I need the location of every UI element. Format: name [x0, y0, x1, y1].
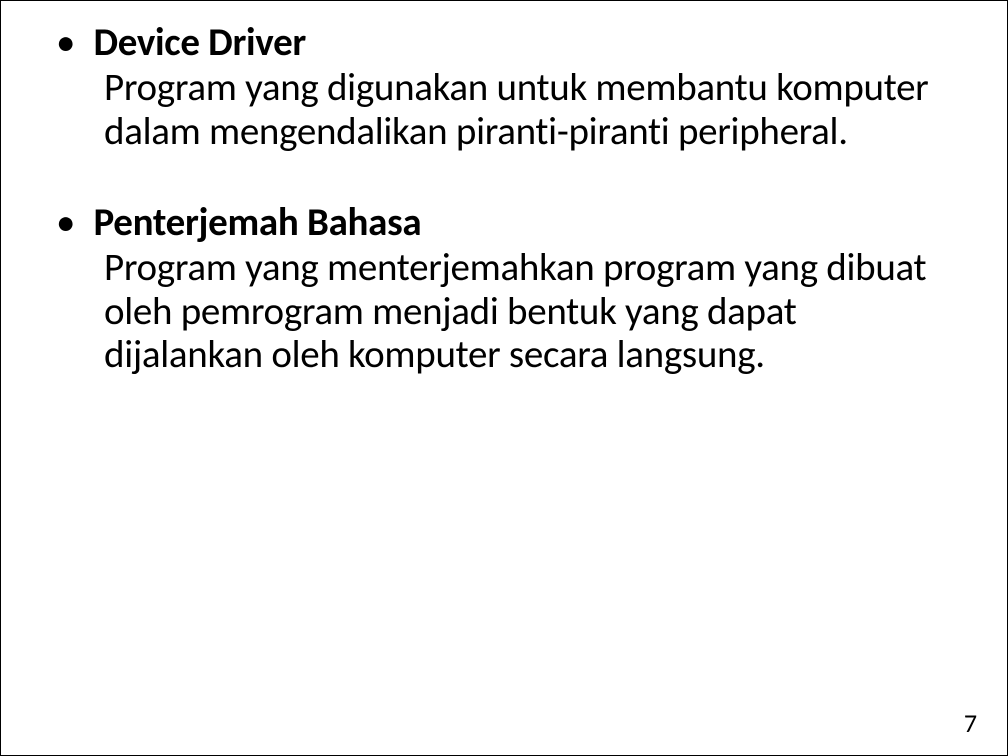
bullet-body: Program yang digunakan untuk membantu ko… — [104, 66, 962, 153]
bullet-row: • Device Driver — [56, 21, 962, 66]
bullet-icon: • — [56, 201, 75, 246]
bullet-row: • Penterjemah Bahasa — [56, 201, 962, 246]
slide-frame: • Device Driver Program yang digunakan u… — [0, 0, 1008, 756]
bullet-icon: • — [56, 21, 75, 66]
bullet-content: Penterjemah Bahasa — [93, 201, 962, 246]
list-item: • Device Driver Program yang digunakan u… — [56, 21, 962, 153]
bullet-body: Program yang menterjemahkan program yang… — [104, 246, 962, 377]
bullet-title: Penterjemah Bahasa — [93, 201, 962, 246]
bullet-title: Device Driver — [93, 21, 962, 66]
page-number: 7 — [964, 707, 977, 739]
slide-content: • Device Driver Program yang digunakan u… — [56, 21, 962, 377]
bullet-content: Device Driver — [93, 21, 962, 66]
list-item: • Penterjemah Bahasa Program yang menter… — [56, 201, 962, 377]
